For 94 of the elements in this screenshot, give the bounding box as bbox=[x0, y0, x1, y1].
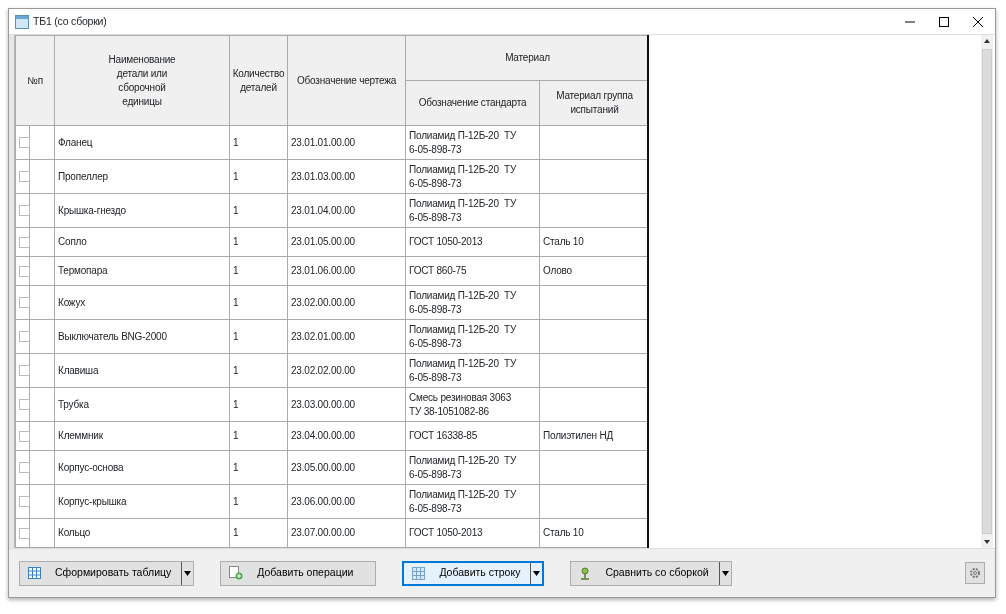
row-checkbox[interactable] bbox=[19, 205, 30, 217]
toolbar-button[interactable]: Сравнить со сборкой bbox=[570, 560, 732, 586]
table-cell: Термопара bbox=[58, 265, 108, 276]
add-document-icon bbox=[229, 566, 244, 580]
table-cell: Сопло bbox=[58, 236, 87, 247]
row-checkbox[interactable] bbox=[19, 430, 30, 442]
table-cell: Полиамид П-12Б-20 ТУ 6-05-898-73 bbox=[409, 323, 517, 349]
column-header: Обозначение стандарта bbox=[405, 80, 540, 126]
table-cell: Полиамид П-12Б-20 ТУ 6-05-898-73 bbox=[409, 163, 517, 189]
table-cell: Смесь резиновая 3063 ТУ 38-1051082-86 bbox=[409, 391, 511, 417]
table-cell: 1 bbox=[233, 495, 239, 507]
table-cell: Сталь 10 bbox=[543, 527, 584, 538]
table-cell: 23.01.04.00.00 bbox=[291, 204, 355, 216]
column-header: №п bbox=[15, 35, 55, 126]
table-cell: 1 bbox=[233, 236, 239, 247]
table-cell: 23.02.02.00.00 bbox=[291, 364, 355, 376]
row-checkbox[interactable] bbox=[19, 297, 30, 309]
table-cell: Пропеллер bbox=[58, 170, 108, 182]
table-cell: 1 bbox=[233, 204, 239, 216]
table-cell: 1 bbox=[233, 136, 239, 148]
maximize-icon bbox=[939, 16, 949, 27]
row-checkbox[interactable] bbox=[19, 331, 30, 343]
table-cell: Полиэтилен НД bbox=[543, 430, 614, 441]
table-cell: Фланец bbox=[58, 136, 93, 148]
table-icon bbox=[28, 567, 41, 579]
row-checkbox[interactable] bbox=[19, 171, 30, 183]
table-cell: Крышка-гнездо bbox=[58, 204, 126, 216]
table-cell: 23.01.06.00.00 bbox=[291, 265, 355, 276]
table-cell: 23.01.01.00.00 bbox=[291, 136, 355, 148]
row-checkbox[interactable] bbox=[19, 462, 30, 474]
table-cell: Полиамид П-12Б-20 ТУ 6-05-898-73 bbox=[409, 454, 517, 480]
table-cell: Полиамид П-12Б-20 ТУ 6-05-898-73 bbox=[409, 488, 517, 514]
table-cell: 1 bbox=[233, 364, 239, 376]
table-cell: 23.06.00.00.00 bbox=[291, 495, 355, 507]
table-cell: 1 bbox=[233, 430, 239, 441]
toolbar-button[interactable]: Сформировать таблицу bbox=[19, 560, 195, 586]
row-checkbox[interactable] bbox=[19, 265, 30, 277]
settings-button[interactable] bbox=[965, 562, 985, 584]
table-cell: Клавиша bbox=[58, 364, 99, 376]
table-cell: 23.07.00.00.00 bbox=[291, 527, 355, 538]
table-cell: 1 bbox=[233, 265, 239, 276]
column-header: Наименование детали или сборочной единицы bbox=[54, 35, 230, 126]
column-header: Материал bbox=[405, 35, 647, 81]
toolbar-button[interactable]: Добавить строку bbox=[402, 560, 545, 586]
table-cell: 23.04.00.00.00 bbox=[291, 430, 355, 441]
row-checkbox[interactable] bbox=[19, 365, 30, 377]
table-cell: ГОСТ 1050-2013 bbox=[409, 236, 483, 247]
caret-icon bbox=[184, 570, 192, 576]
table-cell: 23.01.05.00.00 bbox=[291, 236, 355, 247]
table-cell: Полиамид П-12Б-20 ТУ 6-05-898-73 bbox=[409, 289, 517, 315]
table-cell: Выключатель BNG-2000 bbox=[58, 330, 167, 342]
table-cell: Олово bbox=[543, 265, 572, 276]
window-title: ТБ1 (со сборки) bbox=[33, 13, 107, 29]
column-header: Количество деталей bbox=[229, 35, 288, 126]
table-cell: 23.05.00.00.00 bbox=[291, 461, 355, 473]
close-icon bbox=[973, 16, 983, 27]
table-cell: 1 bbox=[233, 527, 239, 538]
column-header: Материал группа испытаний bbox=[539, 80, 647, 126]
caret-icon bbox=[721, 570, 729, 576]
table-cell: Корпус-основа bbox=[58, 461, 124, 473]
row-checkbox[interactable] bbox=[19, 496, 30, 508]
table-cell: Полиамид П-12Б-20 ТУ 6-05-898-73 bbox=[409, 129, 517, 155]
table-cell: Корпус-крышка bbox=[58, 495, 127, 507]
table-cell: ГОСТ 860-75 bbox=[409, 265, 467, 276]
toolbar-button[interactable]: Добавить операции bbox=[220, 560, 377, 586]
table-icon bbox=[15, 14, 29, 29]
table-cell: 23.03.00.00.00 bbox=[291, 398, 355, 410]
table-cell: 23.01.03.00.00 bbox=[291, 170, 355, 182]
table-cell: Трубка bbox=[58, 398, 89, 410]
table-cell: Кожух bbox=[58, 296, 86, 308]
table-cell: Клеммник bbox=[58, 430, 103, 441]
scrollbar[interactable] bbox=[981, 35, 993, 548]
gear-icon bbox=[969, 567, 981, 579]
row-checkbox[interactable] bbox=[19, 236, 30, 248]
table-cell: 23.02.01.00.00 bbox=[291, 330, 355, 342]
row-checkbox[interactable] bbox=[19, 399, 30, 411]
table-cell: ГОСТ 16338-85 bbox=[409, 430, 478, 441]
column-header: Обозначение чертежа bbox=[287, 35, 406, 126]
table-cell: 1 bbox=[233, 170, 239, 182]
table-cell: Сталь 10 bbox=[543, 236, 584, 247]
row-checkbox[interactable] bbox=[19, 527, 30, 539]
caret-icon bbox=[533, 570, 541, 576]
row-checkbox[interactable] bbox=[19, 137, 30, 149]
table-cell: 1 bbox=[233, 330, 239, 342]
table-cell: 1 bbox=[233, 296, 239, 308]
table-cell: 1 bbox=[233, 398, 239, 410]
grid-icon bbox=[412, 566, 426, 580]
table-cell: Полиамид П-12Б-20 ТУ 6-05-898-73 bbox=[409, 357, 517, 383]
pin-icon bbox=[579, 566, 592, 580]
table-cell: Полиамид П-12Б-20 ТУ 6-05-898-73 bbox=[409, 197, 517, 223]
table-cell: ГОСТ 1050-2013 bbox=[409, 527, 483, 538]
table-cell: 1 bbox=[233, 461, 239, 473]
table-cell: 23.02.00.00.00 bbox=[291, 296, 355, 308]
table-cell: Кольцо bbox=[58, 527, 91, 538]
